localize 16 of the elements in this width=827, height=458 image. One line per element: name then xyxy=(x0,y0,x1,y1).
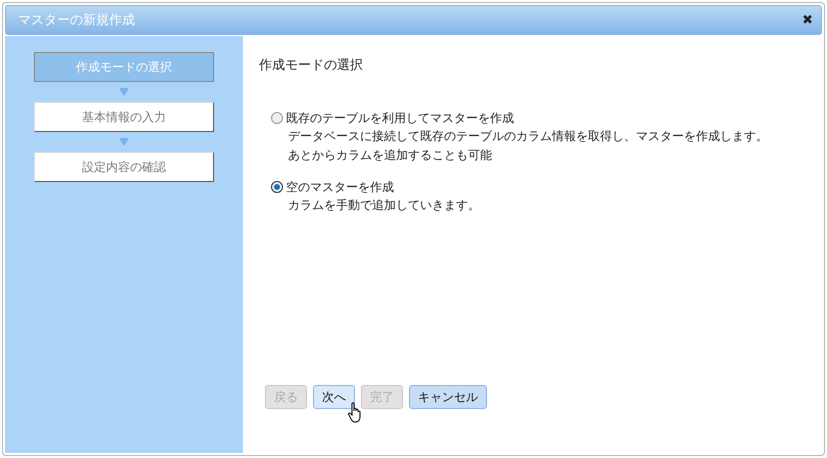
option-description: データベースに接続して既存のテーブルのカラム情報を取得し、マスターを作成します。 xyxy=(288,129,768,143)
option-description: あとからカラムを追加することも可能 xyxy=(288,148,492,162)
dialog-button[interactable]: キャンセル xyxy=(409,385,487,409)
wizard-step: 基本情報の入力 xyxy=(34,102,214,132)
down-arrow-icon xyxy=(119,88,129,96)
down-arrow-icon xyxy=(119,138,129,146)
option-label[interactable]: 既存のテーブルを利用してマスターを作成 xyxy=(286,110,514,127)
radio-button[interactable] xyxy=(271,181,283,193)
window-title: マスターの新規作成 xyxy=(18,12,135,29)
wizard-step: 作成モードの選択 xyxy=(34,52,214,82)
radio-button[interactable] xyxy=(271,112,283,124)
wizard-step: 設定内容の確認 xyxy=(34,152,214,182)
option-label[interactable]: 空のマスターを作成 xyxy=(286,179,394,196)
close-button[interactable]: ✖ xyxy=(802,12,813,28)
section-heading: 作成モードの選択 xyxy=(259,57,364,74)
option-description: カラムを手動で追加していきます。 xyxy=(288,198,480,212)
